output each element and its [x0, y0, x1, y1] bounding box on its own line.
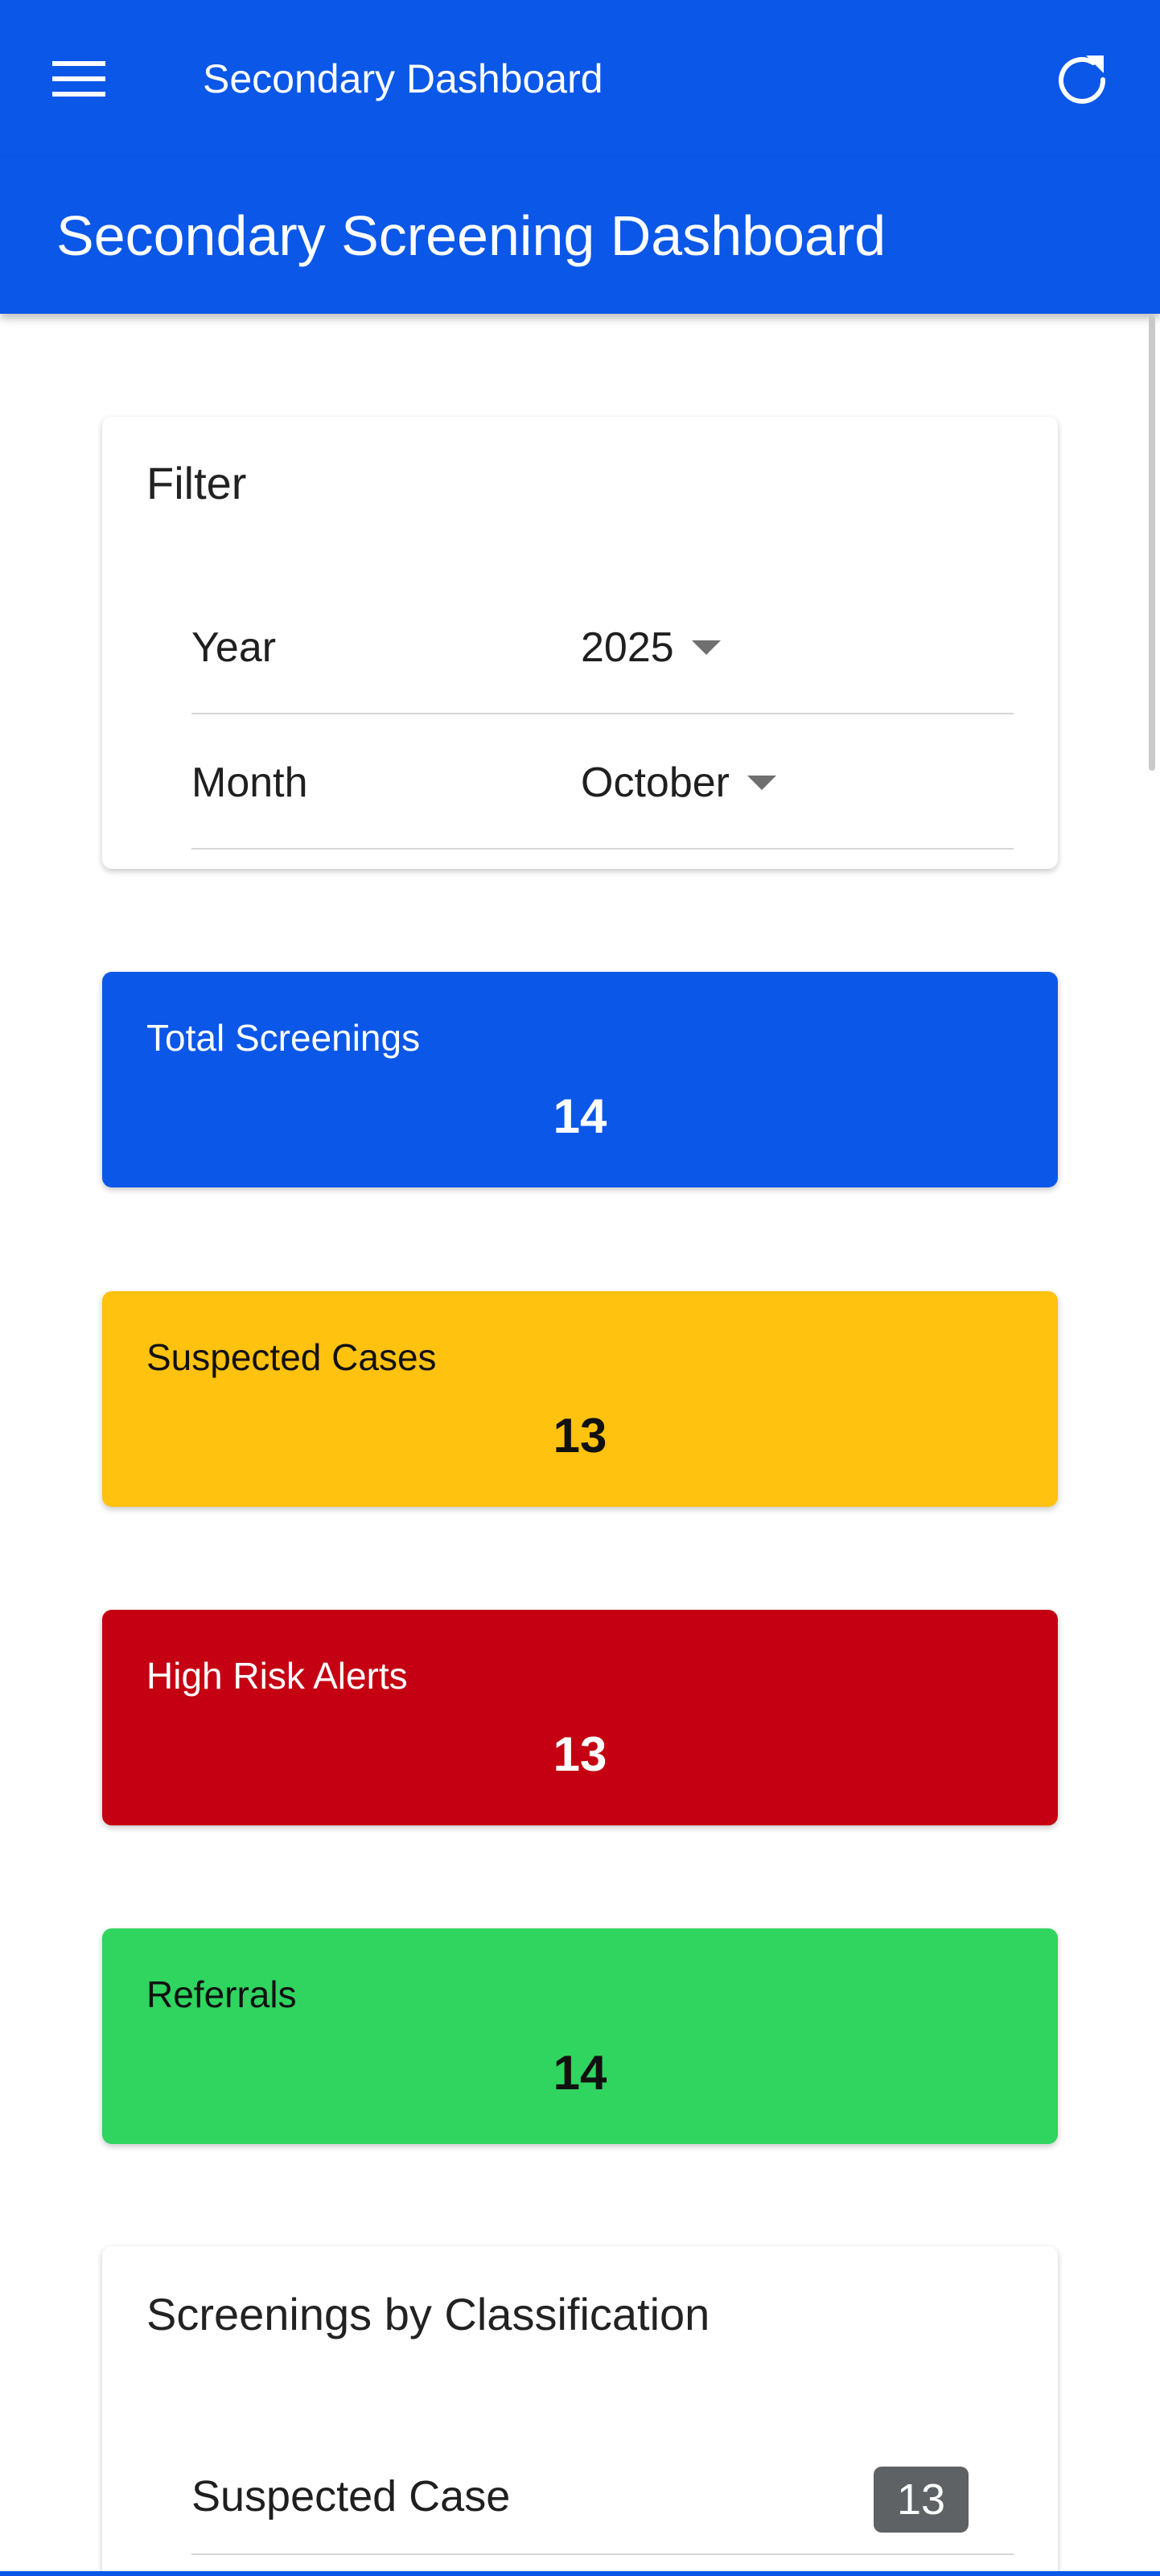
stat-card-suspected-cases[interactable]: Suspected Cases 13	[102, 1291, 1058, 1507]
bottom-divider	[0, 2571, 1160, 2576]
year-select[interactable]: Year 2025	[191, 579, 1014, 714]
count-badge: 13	[874, 2467, 969, 2533]
month-label: Month	[191, 759, 308, 806]
refresh-icon	[1054, 51, 1110, 111]
dropdown-arrow-icon	[747, 776, 776, 790]
dropdown-arrow-icon	[691, 640, 721, 655]
stat-label: Suspected Cases	[146, 1336, 437, 1378]
filter-card: Filter Year 2025 Month October	[102, 417, 1058, 869]
refresh-button[interactable]	[1046, 44, 1118, 117]
menu-icon	[52, 60, 105, 102]
stat-value: 14	[553, 1089, 607, 1143]
scrollbar[interactable]	[1149, 315, 1155, 771]
stat-label: Total Screenings	[146, 1017, 421, 1059]
classification-card: Screenings by Classification Suspected C…	[102, 2246, 1058, 2576]
year-label: Year	[191, 624, 277, 671]
filter-title: Filter	[146, 458, 247, 508]
stat-value: 13	[553, 1409, 607, 1463]
stat-value: 13	[553, 1727, 607, 1781]
stat-value: 14	[553, 2046, 607, 2100]
list-item[interactable]: Suspected Case 13	[191, 2434, 1014, 2555]
stat-label: Referrals	[146, 1973, 297, 2015]
toolbar-title: Secondary Dashboard	[203, 56, 603, 101]
stat-label: High Risk Alerts	[146, 1655, 408, 1697]
year-selected-value: 2025	[581, 624, 674, 671]
month-select[interactable]: Month October	[191, 714, 1014, 850]
stat-card-referrals[interactable]: Referrals 14	[102, 1928, 1058, 2144]
stat-card-high-risk-alerts[interactable]: High Risk Alerts 13	[102, 1610, 1058, 1825]
month-selected-value: October	[581, 759, 730, 806]
month-value: October	[581, 755, 776, 811]
page-title: Secondary Screening Dashboard	[56, 204, 886, 267]
stat-card-total-screenings[interactable]: Total Screenings 14	[102, 972, 1058, 1187]
classification-title: Screenings by Classification	[146, 2289, 710, 2339]
menu-button[interactable]	[47, 56, 111, 105]
classification-label: Suspected Case	[191, 2472, 511, 2520]
year-value: 2025	[581, 619, 721, 676]
